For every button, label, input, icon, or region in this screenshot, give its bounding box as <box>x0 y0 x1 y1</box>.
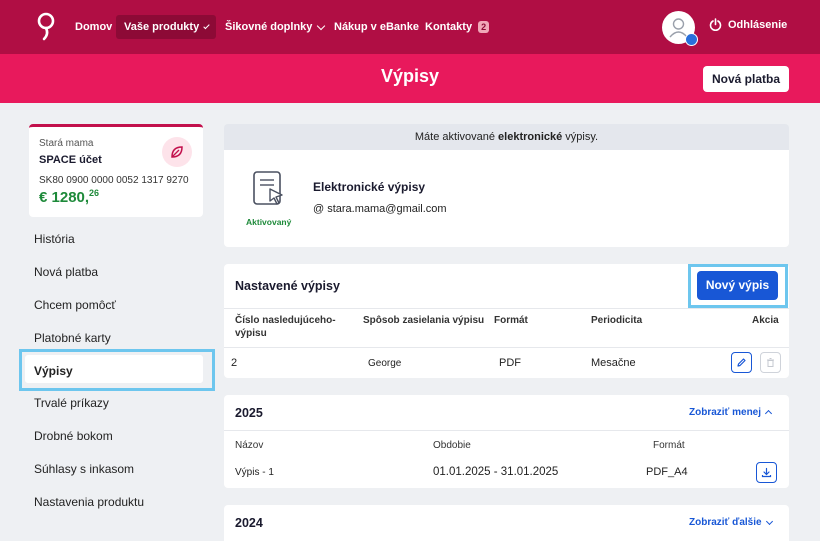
activation-status: Aktivovaný <box>246 217 292 227</box>
account-name: SPACE účet <box>39 154 102 166</box>
sidebar-item-history[interactable]: História <box>34 232 75 246</box>
top-navigation: Domov Vaše produkty Šikovné doplnky Náku… <box>0 0 820 54</box>
power-icon <box>709 18 722 31</box>
column-header-periodicity: Periodicita <box>591 315 643 326</box>
george-logo-icon[interactable] <box>36 12 56 42</box>
chevron-up-icon <box>764 409 773 418</box>
show-less-toggle[interactable]: Zobraziť menej <box>689 407 773 418</box>
chevron-down-icon <box>317 21 326 30</box>
sidebar-item-statements[interactable]: Výpisy <box>34 364 73 378</box>
column-header-format: Formát <box>494 315 528 326</box>
document-cursor-icon <box>253 171 283 205</box>
sidebar-item-product-settings[interactable]: Nastavenia produktu <box>34 495 144 509</box>
logout-button[interactable]: Odhlásenie <box>709 18 787 31</box>
divider <box>224 430 789 431</box>
sidebar-item-standing-orders[interactable]: Trvalé príkazy <box>34 396 109 410</box>
chevron-down-icon <box>203 22 210 29</box>
pencil-icon <box>737 358 746 367</box>
account-card[interactable]: Stará mama SPACE účet SK80 0900 0000 005… <box>29 124 203 217</box>
column-header-delivery-method: Spôsob zasielania výpisu <box>363 315 485 326</box>
nav-smart-addons[interactable]: Šikovné doplnky <box>217 15 332 39</box>
year-2024-title: 2024 <box>235 516 263 530</box>
configured-statements-title: Nastavené výpisy <box>235 279 340 293</box>
avatar[interactable] <box>662 11 698 46</box>
column-header-format: Formát <box>653 440 685 451</box>
divider <box>224 347 789 348</box>
delete-button[interactable] <box>760 352 781 373</box>
sidebar-item-help[interactable]: Chcem pomôcť <box>34 298 116 312</box>
electronic-info-strip: Máte aktivované elektronické výpisy. <box>224 124 789 150</box>
account-balance: € 1280,26 <box>39 188 100 206</box>
account-iban: SK80 0900 0000 0052 1317 9270 <box>39 175 189 186</box>
page-header: Výpisy Nová platba <box>0 54 820 103</box>
leaf-icon <box>162 137 192 167</box>
download-icon <box>761 467 772 478</box>
electronic-statements-panel <box>224 150 789 247</box>
nav-your-products[interactable]: Vaše produkty <box>116 15 216 39</box>
row-periodicity: Mesačne <box>591 357 636 369</box>
sidebar-item-payment-cards[interactable]: Platobné karty <box>34 331 111 345</box>
trash-icon <box>767 358 774 367</box>
statement-format: PDF_A4 <box>646 466 688 478</box>
statement-period: 01.01.2025 - 31.01.2025 <box>433 466 559 478</box>
column-header-next-number: Číslo nasledujúceho-výpisu <box>235 315 336 339</box>
nav-contacts[interactable]: Kontakty 2 <box>417 15 497 39</box>
column-header-name: Názov <box>235 440 264 451</box>
settings-badge-icon <box>685 33 698 46</box>
page-title: Výpisy <box>380 66 440 86</box>
nav-ebank-shopping[interactable]: Nákup v eBanke <box>326 15 427 39</box>
show-more-toggle[interactable]: Zobraziť ďalšie <box>689 517 773 528</box>
row-delivery-method: George <box>368 358 402 369</box>
nav-home[interactable]: Domov <box>67 15 120 39</box>
column-header-period: Obdobie <box>433 440 471 451</box>
sidebar-item-round-ups[interactable]: Drobné bokom <box>34 429 113 443</box>
download-button[interactable] <box>756 462 777 483</box>
new-payment-button[interactable]: Nová platba <box>703 66 789 92</box>
statement-name: Výpis - 1 <box>235 467 274 478</box>
new-statement-button[interactable]: Nový výpis <box>697 271 778 300</box>
sidebar-item-direct-debits[interactable]: Súhlasy s inkasom <box>34 462 134 476</box>
edit-button[interactable] <box>731 352 752 373</box>
electronic-statements-email: @ stara.mama@gmail.com <box>313 203 447 215</box>
row-next-number: 2 <box>231 357 238 369</box>
electronic-statements-title: Elektronické výpisy <box>313 180 426 194</box>
contacts-count-badge: 2 <box>478 21 490 33</box>
account-owner: Stará mama <box>39 138 94 149</box>
row-format: PDF <box>499 357 521 369</box>
divider <box>224 308 789 309</box>
sidebar-item-new-payment[interactable]: Nová platba <box>34 265 98 279</box>
chevron-down-icon <box>765 517 773 525</box>
year-2025-title: 2025 <box>235 406 263 420</box>
column-header-action: Akcia <box>752 315 779 326</box>
